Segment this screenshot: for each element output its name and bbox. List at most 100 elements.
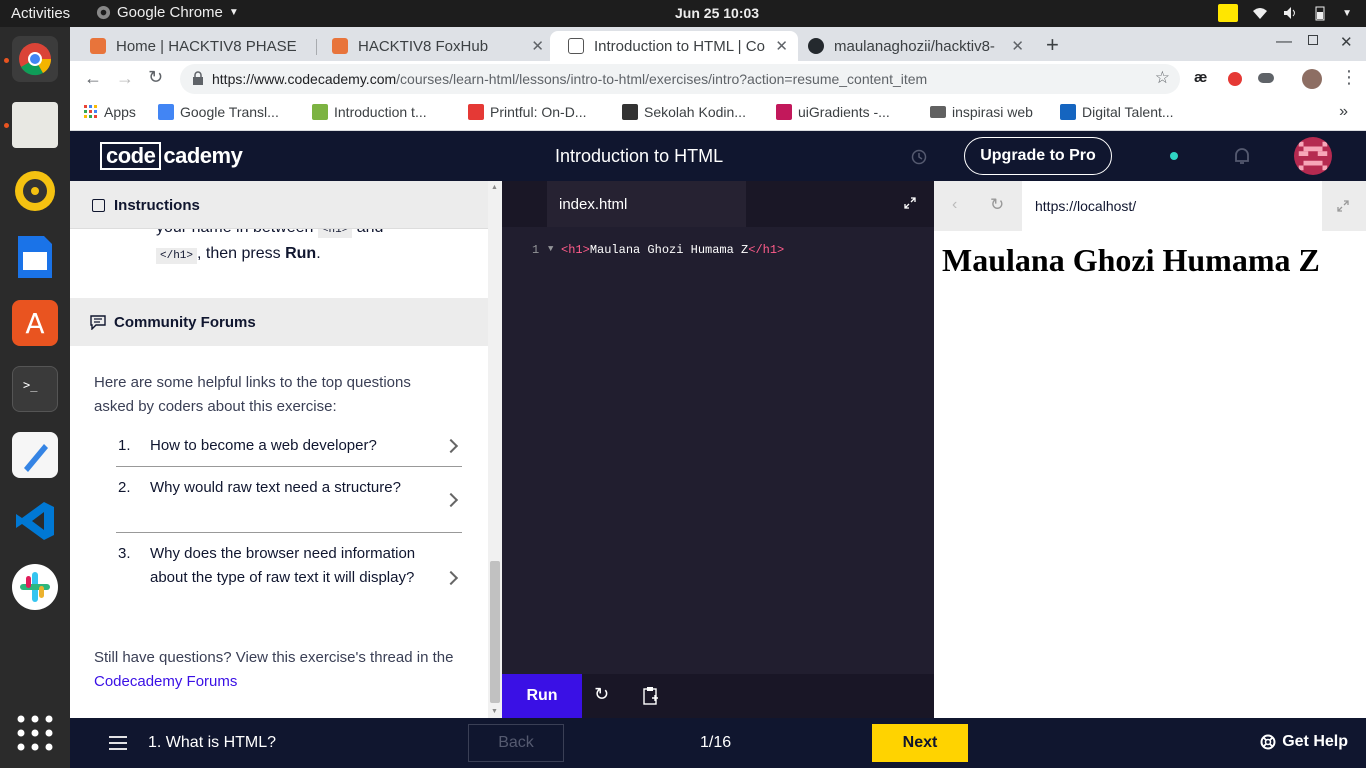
upgrade-to-pro-button[interactable]: Upgrade to Pro [964, 137, 1112, 175]
system-tray[interactable]: ▼ [1218, 4, 1352, 22]
logo-part: code [100, 142, 162, 170]
bookmark-inspirasi-web[interactable]: inspirasi web [930, 104, 1033, 120]
translate-icon [158, 104, 174, 120]
community-forums-header[interactable]: Community Forums [70, 298, 488, 346]
lock-icon [193, 71, 203, 85]
chrome-dock-icon[interactable] [12, 36, 58, 82]
writer-dock-icon[interactable] [12, 234, 58, 280]
preview-toolbar: ‹ ↻ https://localhost/ [934, 181, 1366, 231]
forward-arrow-icon[interactable]: → [116, 68, 134, 89]
bookmark-label: Apps [104, 104, 136, 120]
user-avatar[interactable] [1294, 137, 1332, 175]
files-dock-icon[interactable] [12, 102, 58, 148]
bookmark-sekolah-koding[interactable]: Sekolah Kodin... [622, 104, 746, 120]
profile-avatar[interactable] [1302, 69, 1322, 89]
alarm-icon[interactable] [910, 147, 928, 165]
expand-icon[interactable] [904, 197, 916, 209]
bookmark-label: uiGradients -... [798, 104, 890, 120]
tab-hacktiv8-home[interactable]: Home | HACKTIV8 PHASE [72, 31, 312, 61]
codecademy-forums-link[interactable]: Codecademy Forums [94, 673, 237, 690]
codecademy-icon [568, 38, 584, 54]
terminal-dock-icon[interactable]: >_ [12, 366, 58, 412]
record-extension-icon[interactable] [1228, 72, 1242, 86]
forum-question-3[interactable]: 3. Why does the browser need information… [116, 542, 462, 622]
app-menu[interactable]: Google Chrome ▼ [96, 4, 239, 21]
rhythmbox-dock-icon[interactable] [12, 168, 58, 214]
question-text: Why does the browser need information ab… [150, 545, 416, 586]
tab-github[interactable]: maulanaghozii/hacktiv8- ✕ [790, 31, 1034, 61]
run-button[interactable]: Run [502, 674, 582, 718]
more-bookmarks-icon[interactable]: » [1339, 103, 1348, 121]
tab-foxhub[interactable]: HACKTIV8 FoxHub ✕ [314, 31, 554, 61]
new-tab-icon[interactable]: + [1046, 32, 1059, 58]
preview-refresh-icon[interactable]: ↻ [990, 195, 1004, 215]
fox-icon [332, 38, 348, 54]
star-icon[interactable]: ☆ [1155, 68, 1170, 88]
codecademy-logo[interactable]: code cademy [100, 142, 243, 170]
forum-question-1[interactable]: 1. How to become a web developer? [116, 434, 462, 467]
address-bar[interactable]: https://www.codecademy.com/courses/learn… [180, 64, 1180, 94]
bookmarks-bar: Apps Google Transl... Introduction t... … [70, 97, 1366, 131]
scroll-down-icon[interactable]: ▼ [491, 708, 498, 715]
bookmark-digital-talent[interactable]: Digital Talent... [1060, 104, 1174, 120]
checkbox-icon [92, 199, 105, 212]
slack-dock-icon[interactable] [12, 564, 58, 610]
close-icon[interactable]: ✕ [1007, 37, 1024, 55]
tab-introduction-html[interactable]: Introduction to HTML | Co ✕ [550, 31, 798, 61]
tab-title: Introduction to HTML | Co [594, 37, 765, 55]
back-button[interactable]: Back [468, 724, 564, 762]
get-help-button[interactable]: Get Help [1260, 733, 1348, 751]
instruction-line: </h1>, then press Run. [156, 242, 476, 268]
forum-question-2[interactable]: 2. Why would raw text need a structure? [116, 476, 462, 533]
scroll-up-icon[interactable]: ▲ [491, 184, 498, 191]
scroll-thumb[interactable] [490, 561, 500, 703]
browser-preview: ‹ ↻ https://localhost/ Maulana Ghozi Hum… [934, 181, 1366, 718]
fold-arrow-icon[interactable]: ▼ [548, 244, 553, 254]
close-window-icon[interactable]: ✕ [1340, 33, 1353, 51]
copy-clipboard-icon[interactable] [642, 686, 660, 706]
chevron-down-icon: ▼ [228, 7, 239, 18]
close-icon[interactable]: ✕ [771, 37, 788, 55]
next-button[interactable]: Next [872, 724, 968, 762]
vscode-dock-icon[interactable] [12, 498, 58, 544]
learn-panel: your name in between <h1> and </h1>, the… [70, 181, 488, 718]
wifi-icon [1253, 8, 1268, 19]
ae-extension-icon[interactable]: æ [1194, 69, 1207, 86]
bookmark-google-translate[interactable]: Google Transl... [158, 104, 279, 120]
code-open-tag: <h1> [561, 243, 590, 257]
menu-dots-icon[interactable]: ⋮ [1340, 67, 1358, 88]
clock[interactable]: Jun 25 10:03 [675, 5, 759, 21]
software-dock-icon[interactable]: A [12, 300, 58, 346]
chevron-right-icon [443, 492, 459, 508]
bookmark-printful[interactable]: Printful: On-D... [468, 104, 586, 120]
back-arrow-icon[interactable]: ← [84, 68, 102, 89]
minimize-icon[interactable]: — [1276, 33, 1292, 51]
bookmark-uigradients[interactable]: uiGradients -... [776, 104, 890, 120]
instructions-header[interactable]: Instructions [70, 181, 488, 229]
file-tab-index-html[interactable]: index.html [547, 181, 746, 227]
maximize-icon[interactable] [1308, 35, 1318, 45]
reset-icon[interactable]: ↻ [594, 684, 609, 705]
github-icon [808, 38, 824, 54]
reload-icon[interactable]: ↻ [148, 67, 163, 88]
code-editor: index.html 1 ▼ <h1>Maulana Ghozi Humama … [502, 181, 934, 718]
close-icon[interactable]: ✕ [531, 37, 544, 55]
expand-icon[interactable] [1337, 200, 1349, 212]
text-editor-dock-icon[interactable] [12, 432, 58, 478]
show-apps-icon[interactable] [12, 710, 58, 756]
preview-url[interactable]: https://localhost/ [1022, 181, 1322, 231]
code-content: Maulana Ghozi Humama Z [589, 243, 749, 257]
left-panel-scrollbar[interactable]: ▲ ▼ [488, 181, 502, 718]
bookmark-apps[interactable]: Apps [84, 104, 136, 120]
preview-back-icon[interactable]: ‹ [952, 196, 957, 214]
lesson-label[interactable]: 1. What is HTML? [148, 734, 276, 752]
bell-icon[interactable] [1232, 146, 1252, 166]
running-indicator [4, 58, 9, 63]
question-number: 3. [118, 545, 131, 562]
activities-button[interactable]: Activities [11, 5, 70, 22]
bookmark-introduction[interactable]: Introduction t... [312, 104, 427, 120]
cloud-icon[interactable] [1258, 73, 1274, 83]
bookmark-label: Digital Talent... [1082, 104, 1174, 120]
instructions-heading: Instructions [114, 197, 200, 214]
hamburger-menu-icon[interactable] [108, 736, 128, 750]
